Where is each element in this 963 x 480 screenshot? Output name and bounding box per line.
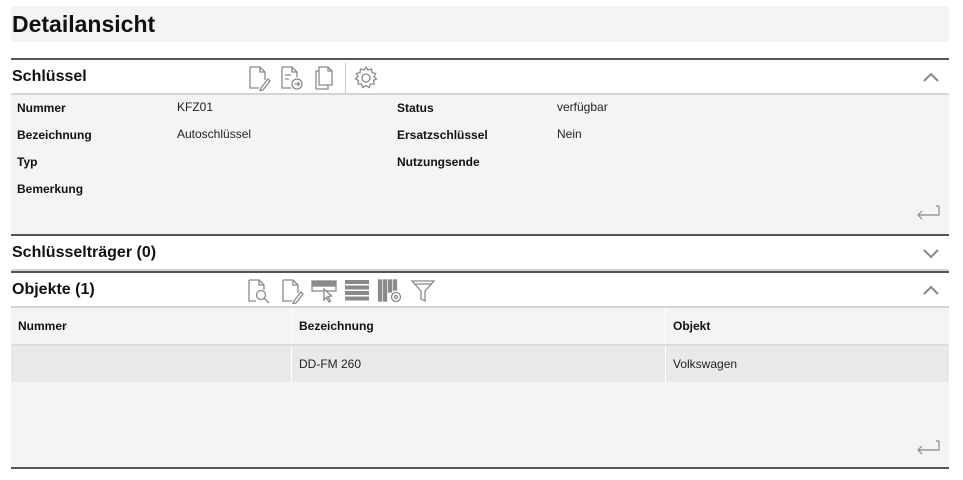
objekte-toolbar (244, 277, 442, 305)
field-label-nutzungsende: Nutzungsende (397, 155, 480, 169)
section-schluessel-title: Schlüssel (12, 67, 87, 85)
field-label-status: Status (397, 101, 434, 115)
table-cell-objekt: Volkswagen (673, 357, 738, 371)
section-objekte-title: Objekte (1) (12, 280, 95, 298)
select-row-icon[interactable] (310, 277, 338, 305)
section-objekte-header: Objekte (1) (11, 271, 949, 308)
search-document-icon[interactable] (244, 277, 272, 305)
table-row[interactable]: DD-FM 260 Volkswagen (11, 346, 949, 382)
column-header-bezeichnung[interactable]: Bezeichnung (292, 308, 666, 344)
return-icon[interactable] (915, 438, 941, 456)
page-header: Detailansicht (11, 6, 949, 42)
table-cell-bezeichnung: DD-FM 260 (292, 346, 666, 382)
field-value-status: verfügbar (557, 100, 608, 114)
export-document-icon[interactable] (277, 64, 305, 92)
detail-view: Detailansicht Schlüssel Nummer KFZ01 Bez… (11, 6, 949, 469)
schluessel-toolbar (244, 63, 385, 93)
copy-document-icon[interactable] (310, 64, 338, 92)
section-objekte-body: Nummer Bezeichnung Objekt DD-FM 260 Volk… (11, 308, 949, 467)
page-title: Detailansicht (12, 10, 156, 37)
objekte-table: Nummer Bezeichnung Objekt DD-FM 260 Volk… (11, 308, 949, 382)
edit-document-icon[interactable] (244, 64, 272, 92)
filter-icon[interactable] (409, 277, 437, 305)
field-value-bezeichnung: Autoschlüssel (177, 127, 252, 141)
section-schluesseltraeger-header[interactable]: Schlüsselträger (0) (11, 234, 949, 271)
field-label-ersatzschluessel: Ersatzschlüssel (397, 128, 488, 142)
field-label-nummer: Nummer (17, 101, 66, 115)
section-schluesseltraeger-title: Schlüsselträger (0) (12, 243, 157, 261)
table-cell-nummer (11, 346, 292, 382)
column-settings-icon[interactable] (376, 277, 404, 305)
section-schluessel-header: Schlüssel (11, 58, 949, 95)
field-label-typ: Typ (17, 155, 38, 169)
section-divider (11, 467, 949, 469)
field-value-nummer: KFZ01 (177, 100, 214, 114)
collapse-chevron-up-icon[interactable] (921, 68, 941, 86)
return-icon[interactable] (915, 203, 941, 221)
settings-icon[interactable] (352, 64, 380, 92)
collapse-chevron-up-icon[interactable] (921, 281, 941, 299)
field-label-bezeichnung: Bezeichnung (17, 128, 92, 142)
column-header-nummer[interactable]: Nummer (11, 308, 292, 344)
rows-icon[interactable] (343, 277, 371, 305)
field-value-ersatzschluessel: Nein (557, 127, 582, 141)
column-header-objekt[interactable]: Objekt (666, 308, 949, 344)
section-schluessel-body: Nummer KFZ01 Bezeichnung Autoschlüssel T… (11, 95, 949, 234)
table-header-row: Nummer Bezeichnung Objekt (11, 308, 949, 346)
edit-document-icon[interactable] (277, 277, 305, 305)
expand-chevron-down-icon[interactable] (921, 244, 941, 262)
toolbar-divider (345, 63, 346, 93)
field-label-bemerkung: Bemerkung (17, 182, 84, 196)
